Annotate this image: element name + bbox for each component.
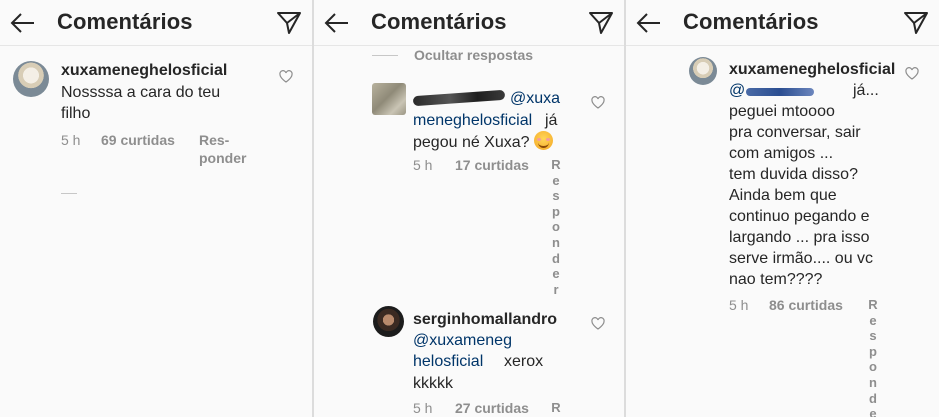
comment-username[interactable]: xuxameneghelosficial: [61, 60, 227, 81]
comment-time: 5 h: [61, 132, 81, 148]
back-arrow-icon[interactable]: [636, 10, 662, 36]
view-replies-line[interactable]: [61, 193, 77, 194]
direct-send-icon[interactable]: [588, 11, 614, 35]
comment-time: 5 h: [413, 400, 433, 416]
smiling-face-emoji-icon: [534, 131, 553, 150]
comment-text-line: pra conversar, sair: [729, 124, 861, 141]
direct-send-icon[interactable]: [276, 11, 302, 35]
hide-replies-line: [372, 55, 398, 56]
header-bar: Comentários: [314, 0, 624, 46]
comment-text: pegou né Xuxa?: [413, 134, 530, 151]
back-arrow-icon[interactable]: [10, 10, 36, 36]
reply-button[interactable]: R: [550, 400, 562, 416]
avatar[interactable]: [372, 83, 406, 115]
hide-replies-link[interactable]: Ocultar respostas: [414, 47, 533, 63]
comment-text-line: já: [545, 112, 558, 129]
avatar[interactable]: [13, 61, 49, 97]
comments-panel-3: Comentários xuxameneghelosficial @ já...…: [626, 0, 939, 417]
comment-username[interactable]: xuxameneghelosficial: [729, 59, 895, 80]
page-title: Comentários: [683, 9, 819, 34]
comment-text-line: xerox: [504, 353, 544, 370]
page-title: Comentários: [57, 9, 193, 34]
direct-send-icon[interactable]: [903, 11, 929, 35]
like-heart-icon[interactable]: [591, 96, 605, 110]
avatar[interactable]: [373, 306, 404, 337]
comment-text-line: kkkkk: [413, 375, 453, 392]
reply-button[interactable]: Responder: [550, 157, 562, 297]
comment-text-line: pegou né Xuxa?: [413, 131, 553, 153]
like-heart-icon[interactable]: [279, 70, 293, 84]
reply-button[interactable]: Res- ponder: [199, 131, 246, 167]
comment-time: 5 h: [729, 297, 749, 313]
likes-count: 86 curtidas: [769, 297, 843, 313]
comment-likes[interactable]: 86 curtidas: [769, 296, 843, 314]
avatar[interactable]: [689, 57, 717, 85]
redacted-mention: [746, 88, 814, 96]
comment-text-line: já...: [853, 82, 879, 99]
mention-link[interactable]: helosficial: [413, 351, 483, 372]
like-heart-icon[interactable]: [905, 67, 919, 81]
comment-text-line: Nossssa a cara do teu: [61, 84, 221, 101]
reply-label-line: ponder: [199, 150, 247, 166]
mention-link[interactable]: @: [729, 80, 745, 101]
comment-text-line: continuo pegando e: [729, 208, 870, 225]
header-bar: Comentários: [0, 0, 312, 46]
comment-likes[interactable]: 69 curtidas: [101, 131, 175, 149]
likes-count: 17 curtidas: [455, 157, 529, 173]
comment-likes[interactable]: 17 curtidas: [455, 156, 529, 174]
comment-username[interactable]: serginhomallandro: [413, 309, 557, 330]
comment-text-line: nao tem????: [729, 271, 823, 288]
back-arrow-icon[interactable]: [324, 10, 350, 36]
likes-count: 27 curtidas: [455, 400, 529, 416]
comment-likes[interactable]: 27 curtidas: [455, 399, 529, 417]
like-heart-icon[interactable]: [591, 317, 605, 331]
comment-text-line: largando ... pra isso: [729, 229, 870, 246]
comment-text-line: com amigos ...: [729, 145, 834, 162]
mention-link[interactable]: @xuxameneg: [413, 330, 512, 351]
comment-time: 5 h: [413, 157, 433, 173]
likes-count: 69 curtidas: [101, 132, 175, 148]
comment-text-line: Ainda bem que: [729, 187, 837, 204]
mention-link[interactable]: @xuxa: [510, 88, 560, 109]
mention-link[interactable]: meneghelosficial: [413, 110, 532, 131]
redacted-username: [412, 89, 506, 107]
comments-panel-2: Comentários Ocultar respostas @xuxa mene…: [314, 0, 624, 417]
reply-label-line: Res-: [199, 132, 230, 148]
comment-text-line: filho: [61, 105, 91, 122]
comment-text-line: tem duvida disso?: [729, 166, 858, 183]
page-title: Comentários: [371, 9, 507, 34]
reply-button[interactable]: Responder: [867, 297, 879, 417]
comment-text-line: peguei mtoooo: [729, 103, 835, 120]
header-bar: Comentários: [626, 0, 939, 46]
comments-panel-1: Comentários xuxameneghelosficial Nossssa…: [0, 0, 312, 417]
comment-text-line: serve irmão.... ou vc: [729, 250, 874, 267]
